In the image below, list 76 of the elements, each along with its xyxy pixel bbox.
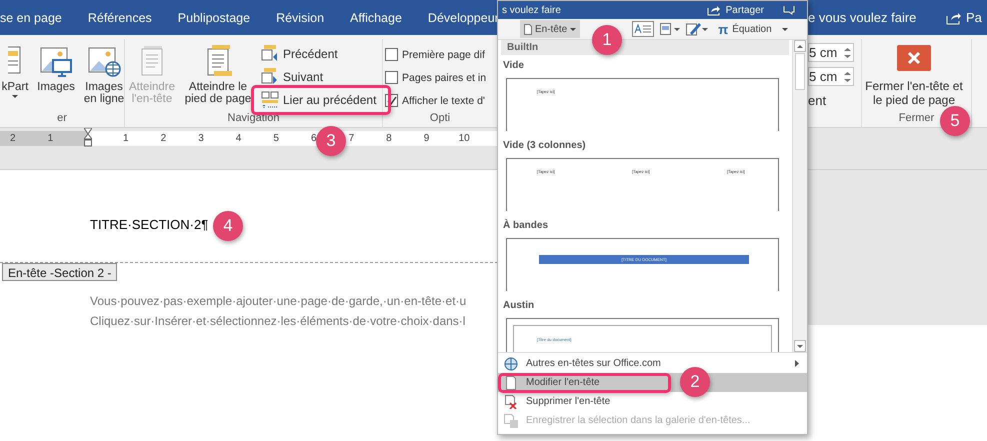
group-label: Opti [430, 112, 450, 124]
checkbox-label[interactable]: Afficher le texte d' [402, 94, 485, 106]
ribbon-tab[interactable]: Révision [276, 10, 324, 24]
ribbon-tab[interactable]: Publipostage [178, 10, 250, 24]
group-label: Fermer [898, 112, 934, 124]
images-button[interactable]: Images [34, 41, 78, 95]
ribbon-tab[interactable]: Références [88, 10, 152, 24]
previous-button[interactable]: Précédent [257, 43, 380, 64]
page-icon [504, 376, 518, 390]
ruler-number: 2 [10, 133, 16, 144]
section-title: TITRE·SECTION·2¶ [90, 217, 208, 232]
gallery-item-title: Vide (3 colonnes) [503, 140, 586, 151]
comment-icon[interactable] [783, 5, 795, 15]
header-dropdown-button[interactable]: En-tête [520, 20, 580, 38]
gallery-item-title: Vide [503, 60, 524, 71]
checkbox[interactable] [385, 71, 398, 84]
gallery-category: BuiltIn [507, 42, 538, 53]
text-box-icon[interactable] [632, 21, 654, 37]
group-label: Navigation [228, 112, 280, 124]
paragraph-line: Cliquez·sur·Insérer·et·sélectionnez·les·éléments·de·votre·choix·dans·l [90, 313, 466, 330]
equation-button[interactable]: π Équation [714, 22, 792, 36]
caret-icon [570, 28, 576, 30]
spinner-field[interactable]: 5 cm [808, 43, 854, 62]
spinner-field[interactable]: 5 cm [808, 67, 854, 86]
ruler-number: 4 [236, 133, 242, 144]
scrollbar-thumb[interactable] [795, 53, 805, 90]
picture-globe-icon [87, 45, 121, 77]
spin-arrows-icon [844, 46, 851, 58]
ruler-number: 10 [458, 133, 470, 144]
ruler-number: 9 [424, 133, 430, 144]
group-label: er [57, 112, 67, 124]
tell-me-field[interactable]: s voulez faire [502, 4, 702, 16]
checkbox-label[interactable]: Pages paires et in [402, 72, 486, 84]
checkbox[interactable] [385, 48, 398, 61]
previous-icon [261, 44, 279, 62]
scroll-up-icon[interactable] [794, 40, 806, 52]
spin-arrows-icon [844, 70, 851, 82]
tell-me-field[interactable]: e vous voulez faire [808, 10, 944, 25]
option-label: ent [808, 92, 828, 108]
ruler-number: 8 [386, 133, 392, 144]
caret-icon [782, 28, 788, 30]
page-delete-icon [504, 394, 518, 408]
share-button[interactable]: Partager [726, 4, 764, 16]
save-page-icon [504, 414, 518, 428]
go-to-footer-button[interactable]: Atteindre le pied de page [183, 41, 253, 107]
gallery-item-title: Austin [503, 300, 534, 311]
signature-icon[interactable] [686, 22, 708, 36]
paragraph-line: Vous·pouvez·pas·exemple·ajouter·une·page·de·garde,·un·en-tête·et·u [90, 293, 466, 310]
page-icon [524, 24, 532, 34]
online-images-button[interactable]: Images en ligne [82, 41, 126, 107]
next-icon [261, 68, 279, 86]
share-button[interactable]: Pa [966, 10, 982, 25]
ruler-number: 1 [48, 133, 54, 144]
share-icon[interactable] [706, 4, 721, 16]
ribbon-tab[interactable]: Développeur [428, 10, 499, 24]
ruler-number: 1 [123, 133, 129, 144]
link-to-previous-button[interactable]: Lier au précédent [257, 89, 380, 110]
ruler-number: 2 [160, 133, 166, 144]
ruler-number: 3 [198, 133, 204, 144]
next-button[interactable]: Suivant [257, 66, 380, 87]
globe-icon [504, 356, 518, 370]
checkbox-label[interactable]: Première page dif [402, 48, 485, 60]
link-icon [261, 90, 279, 108]
share-icon[interactable] [946, 10, 962, 24]
quick-parts-icon[interactable] [660, 23, 680, 35]
picture-monitor-icon [39, 45, 73, 77]
ribbon-tab[interactable]: se en page [0, 10, 62, 24]
quick-parts-button[interactable]: kPart [0, 41, 30, 104]
close-icon [897, 45, 931, 71]
ruler-number: 6 [310, 133, 317, 144]
scroll-down-icon[interactable] [794, 340, 806, 352]
ribbon-tab[interactable]: Affichage [350, 10, 402, 24]
header-section-tag: En-tête -Section 2 - [2, 263, 118, 281]
gallery-item-title: À bandes [503, 220, 548, 231]
ruler-number: 7 [348, 133, 354, 144]
ruler-number: 5 [273, 133, 279, 144]
